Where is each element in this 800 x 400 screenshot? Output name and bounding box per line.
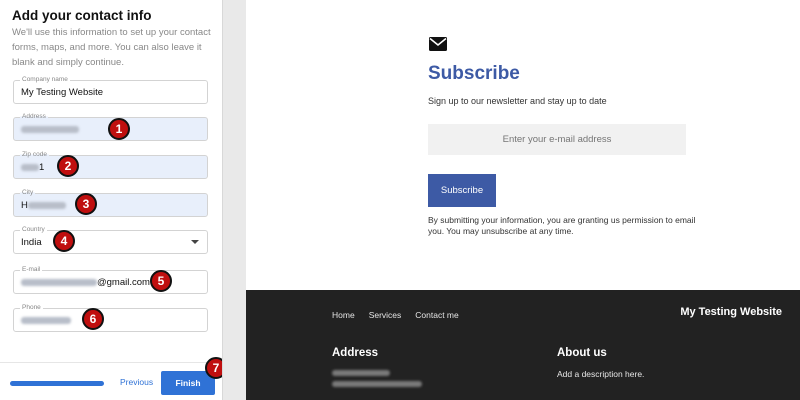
phone-label: Phone <box>20 303 43 312</box>
country-select[interactable]: Country India <box>13 225 208 254</box>
zip-code-visible-text: 1 <box>39 162 45 173</box>
address-line-blurred <box>332 381 422 387</box>
annotation-badge-4: 4 <box>53 230 75 252</box>
about-heading: About us <box>557 347 607 359</box>
company-name-value: My Testing Website <box>21 87 104 98</box>
panel-divider <box>222 0 246 400</box>
subscribe-button[interactable]: Subscribe <box>428 174 496 207</box>
subscribe-title: Subscribe <box>428 63 520 84</box>
zip-code-value: 1 <box>21 162 44 173</box>
progress-bar <box>10 381 105 386</box>
email-field[interactable]: E-mail @gmail.com <box>13 265 208 294</box>
site-footer: Home Services Contact me My Testing Webs… <box>246 290 800 400</box>
consent-text: By submitting your information, you are … <box>428 215 696 236</box>
subscribe-description: Sign up to our newsletter and stay up to… <box>428 96 607 106</box>
city-visible-text: H <box>21 200 28 211</box>
address-value <box>21 124 79 135</box>
chevron-down-icon <box>191 240 199 244</box>
zip-code-label: Zip code <box>20 150 49 159</box>
envelope-icon <box>429 37 447 51</box>
newsletter-email-input[interactable] <box>428 124 686 155</box>
nav-item-contact[interactable]: Contact me <box>415 310 458 320</box>
address-label: Address <box>20 112 48 121</box>
city-field[interactable]: City H <box>13 188 208 217</box>
website-preview: Subscribe Sign up to our newsletter and … <box>246 0 800 400</box>
annotation-badge-5: 5 <box>150 270 172 292</box>
phone-field[interactable]: Phone <box>13 303 208 332</box>
company-name-label: Company name <box>20 75 70 84</box>
panel-description: We'll use this information to set up you… <box>12 27 211 68</box>
annotation-badge-2: 2 <box>57 155 79 177</box>
nav-item-home[interactable]: Home <box>332 310 355 320</box>
city-value: H <box>21 200 66 211</box>
panel-title: Add your contact info <box>12 8 152 23</box>
about-description: Add a description here. <box>557 369 645 379</box>
company-name-field[interactable]: Company name My Testing Website <box>13 75 208 104</box>
email-label: E-mail <box>20 265 43 274</box>
contact-info-panel: Add your contact info We'll use this inf… <box>0 0 227 400</box>
annotation-badge-3: 3 <box>75 193 97 215</box>
site-brand: My Testing Website <box>680 306 782 318</box>
address-heading: Address <box>332 347 379 359</box>
country-value: India <box>21 237 42 248</box>
phone-value <box>21 315 71 326</box>
annotation-badge-6: 6 <box>82 308 104 330</box>
zip-code-field[interactable]: Zip code 1 <box>13 150 208 179</box>
annotation-badge-1: 1 <box>108 118 130 140</box>
email-value: @gmail.com <box>21 277 150 288</box>
nav-item-services[interactable]: Services <box>369 310 402 320</box>
city-label: City <box>20 188 36 197</box>
address-line-blurred <box>332 370 390 376</box>
wizard-footer: Previous Finish <box>0 362 222 400</box>
footer-nav: Home Services Contact me <box>332 310 459 320</box>
country-label: Country <box>20 225 47 234</box>
email-visible-text: @gmail.com <box>97 277 150 288</box>
previous-button[interactable]: Previous <box>120 377 153 387</box>
